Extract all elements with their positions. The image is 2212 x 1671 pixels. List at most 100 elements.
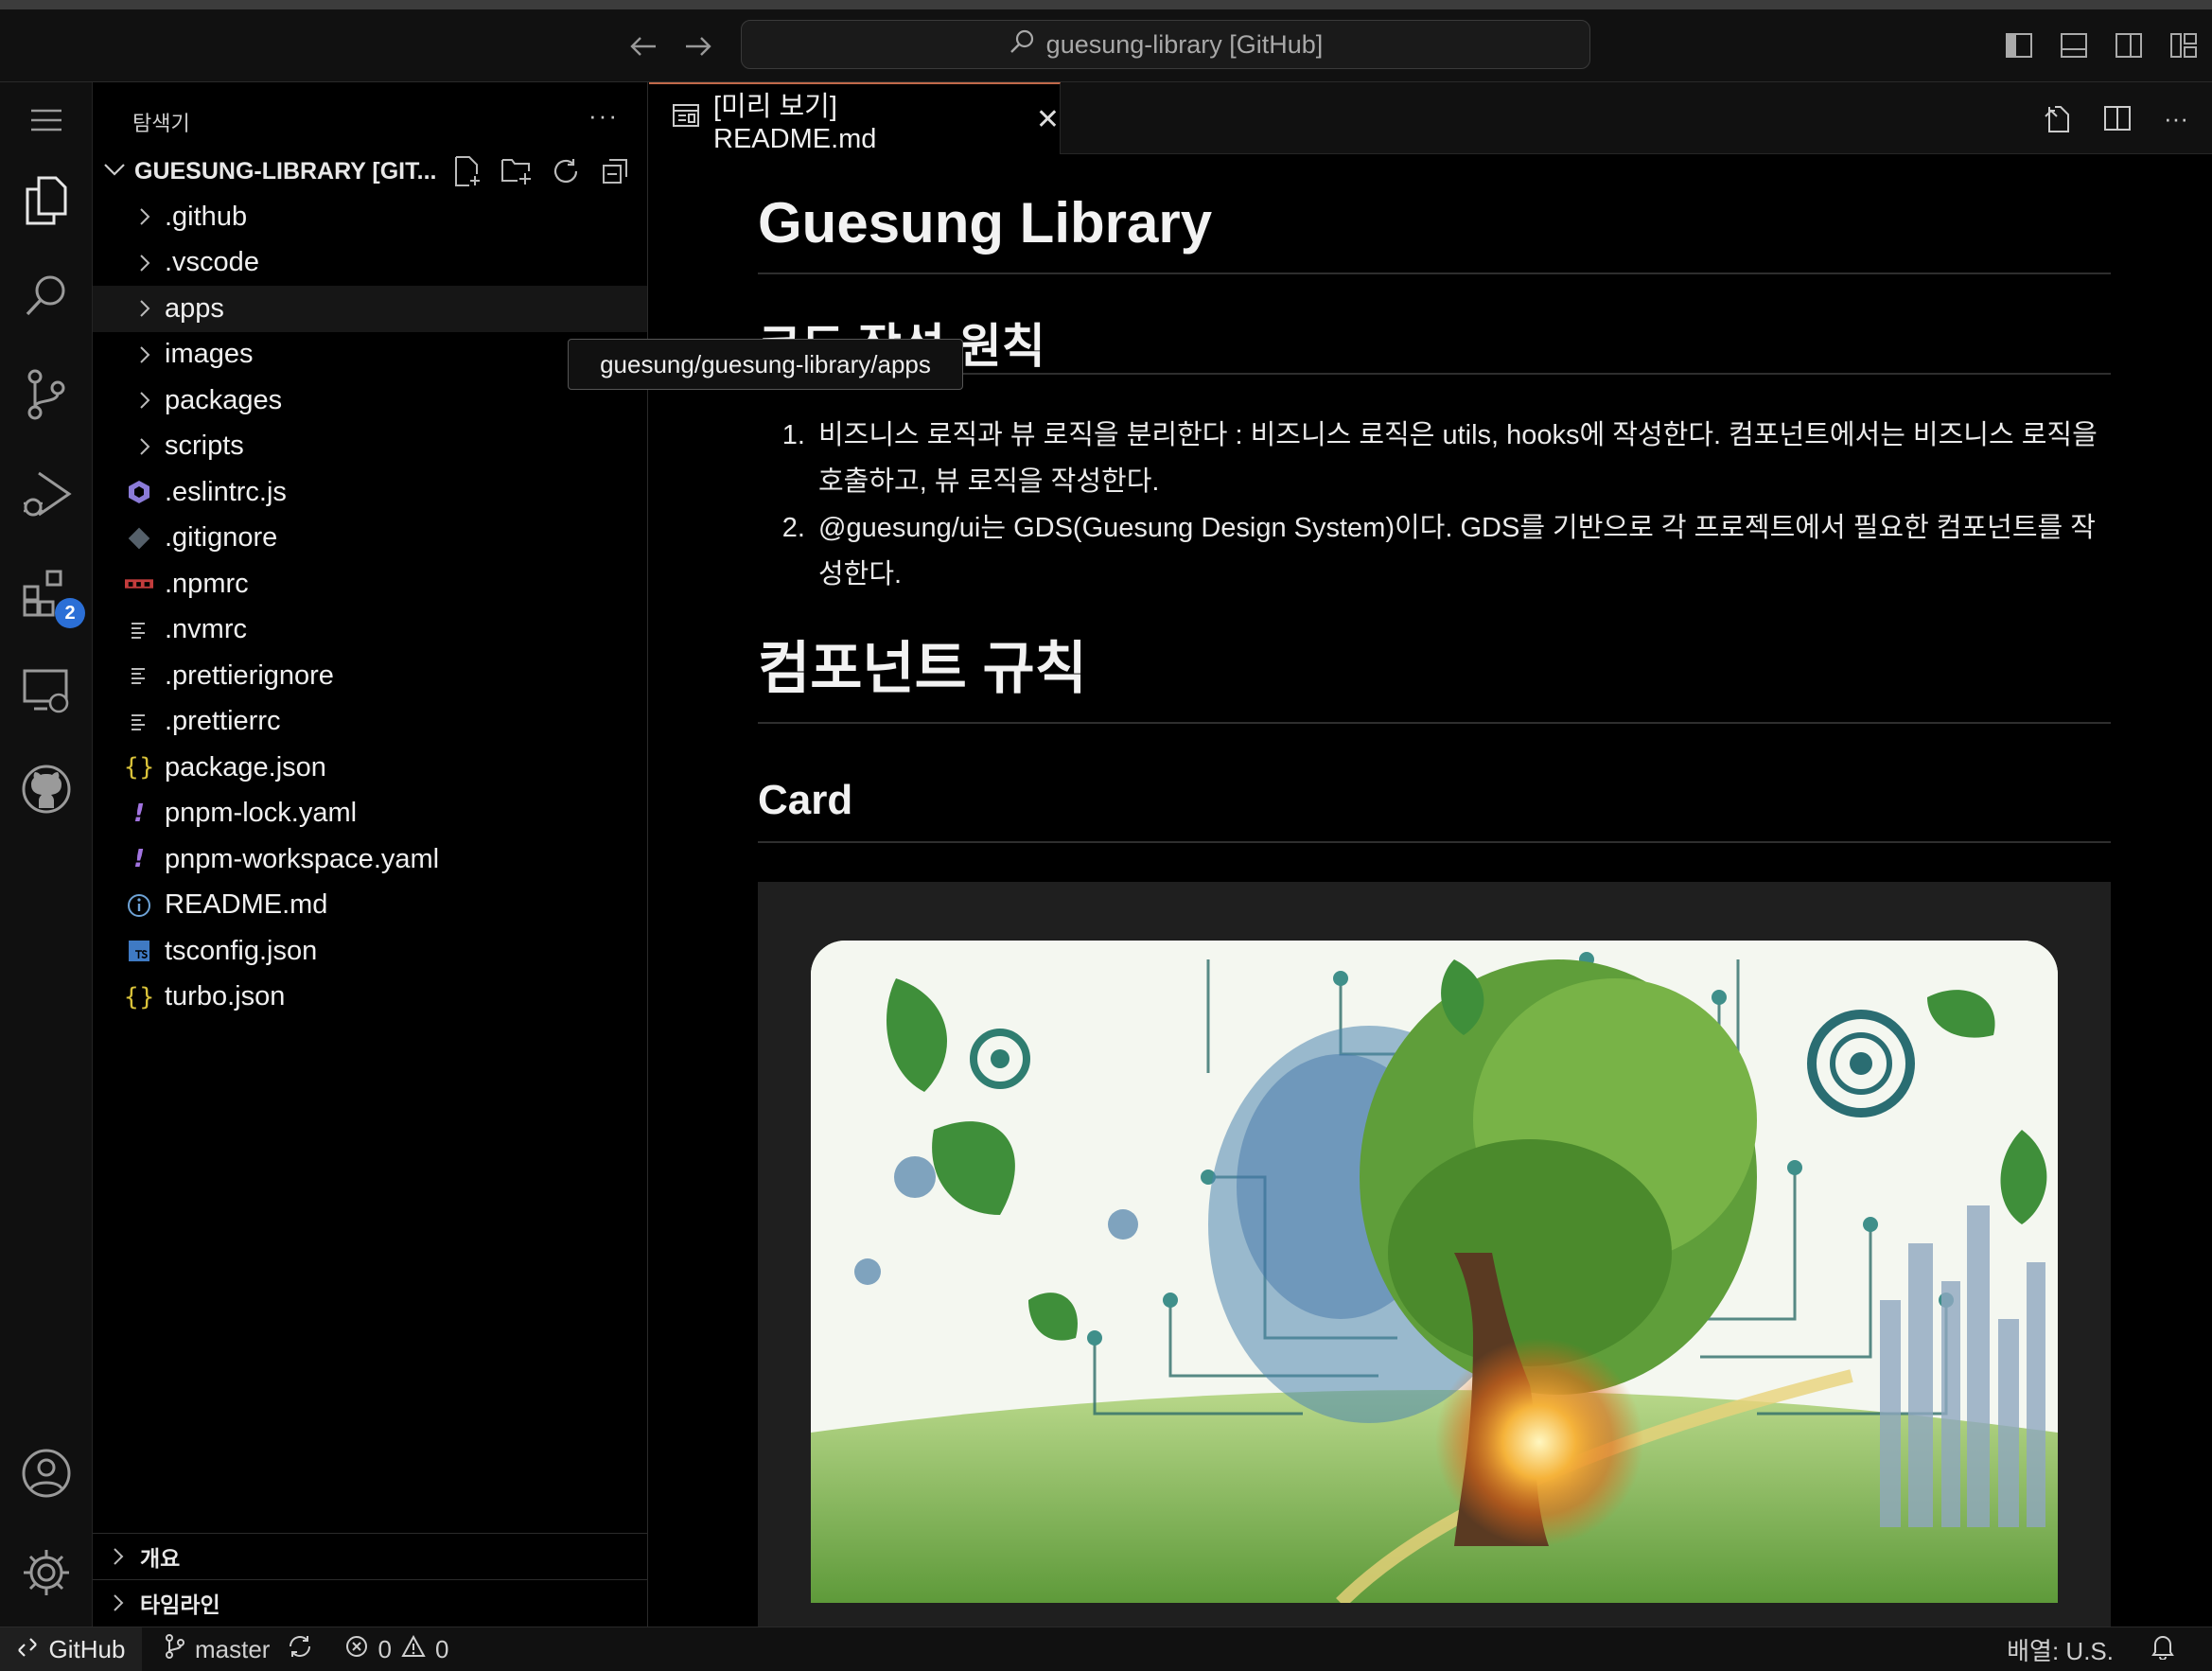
outline-section-header[interactable]: 개요 — [93, 1533, 647, 1578]
chevron-right-icon — [131, 436, 159, 457]
workspace-root-label: GUESUNG-LIBRARY [GIT... — [134, 157, 437, 185]
refresh-icon[interactable] — [549, 154, 583, 188]
yaml-exclamation-icon: ! — [133, 845, 145, 874]
outline-label: 개요 — [140, 1545, 181, 1571]
tree-file-prettierrc[interactable]: .prettierrc — [93, 699, 647, 746]
github-icon[interactable] — [13, 756, 79, 822]
workspace-root-folder[interactable]: GUESUNG-LIBRARY [GIT... — [93, 150, 647, 192]
tree-folder-vscode[interactable]: .vscode — [93, 240, 647, 287]
chevron-right-icon — [131, 298, 159, 319]
list-item: 비즈니스 로직과 뷰 로직을 분리한다 : 비즈니스 로직은 utils, ho… — [813, 413, 2111, 505]
tab-label: [미리 보기] README.md — [713, 91, 877, 154]
editor-tab-bar: [미리 보기] README.md ✕ ··· — [649, 82, 2212, 154]
notifications-bell-icon[interactable] — [2151, 1633, 2174, 1666]
explorer-title: 탐색기 — [132, 112, 190, 135]
keyboard-layout-indicator[interactable]: 배열: U.S. — [2007, 1632, 2114, 1667]
tree-item-label: README.md — [165, 889, 328, 921]
text-file-icon — [125, 665, 153, 686]
toggle-primary-sidebar-icon[interactable] — [2002, 28, 2036, 62]
timeline-label: 타임라인 — [140, 1592, 220, 1617]
tree-item-label: tsconfig.json — [165, 935, 318, 966]
split-editor-icon[interactable] — [2100, 101, 2134, 135]
command-center-search[interactable]: guesung-library [GitHub] — [741, 20, 1590, 69]
tree-item-label: pnpm-workspace.yaml — [165, 843, 440, 874]
explorer-sidebar: 탐색기 ··· GUESUNG-LIBRARY [GIT... .github — [93, 82, 648, 1627]
typescript-icon — [125, 940, 153, 962]
window-top-edge — [0, 0, 2212, 9]
chevron-right-icon — [131, 253, 159, 273]
npm-icon — [125, 577, 153, 590]
extensions-icon[interactable]: 2 — [13, 560, 85, 628]
tree-file-pnpm-lock[interactable]: ! pnpm-lock.yaml — [93, 791, 647, 837]
tree-item-label: .prettierignore — [165, 660, 334, 691]
git-icon — [125, 527, 153, 550]
warning-icon — [401, 1634, 426, 1664]
remote-icon — [17, 1635, 38, 1664]
error-icon — [345, 1635, 368, 1664]
activity-bar: 2 — [0, 82, 93, 1627]
tree-file-eslintrc[interactable]: .eslintrc.js — [93, 469, 647, 516]
search-icon[interactable] — [13, 262, 79, 328]
accounts-icon[interactable] — [13, 1440, 79, 1506]
new-folder-icon[interactable] — [500, 154, 534, 188]
customize-layout-icon[interactable] — [2167, 28, 2201, 62]
close-icon[interactable]: ✕ — [1036, 103, 1060, 136]
remote-explorer-icon[interactable] — [13, 658, 79, 724]
text-file-icon — [125, 620, 153, 641]
yaml-exclamation-icon: ! — [133, 799, 145, 828]
problems-indicator[interactable]: 0 0 — [345, 1634, 448, 1664]
source-control-icon[interactable] — [13, 361, 79, 428]
open-source-icon[interactable] — [2042, 101, 2076, 135]
tree-file-readme[interactable]: README.md — [93, 883, 647, 929]
tree-file-turbo-json[interactable]: {} turbo.json — [93, 975, 647, 1021]
section-heading-card: Card — [758, 777, 2111, 843]
tree-folder-scripts[interactable]: scripts — [93, 424, 647, 470]
menu-icon[interactable] — [13, 87, 79, 153]
text-file-icon — [125, 712, 153, 732]
tree-item-label: packages — [165, 384, 283, 415]
tree-folder-apps[interactable]: apps — [93, 286, 647, 332]
tree-folder-packages[interactable]: packages — [93, 378, 647, 424]
tree-file-tsconfig[interactable]: tsconfig.json — [93, 928, 647, 975]
remote-indicator[interactable]: GitHub — [0, 1627, 142, 1671]
tree-item-label: .npmrc — [165, 568, 249, 599]
tree-file-pnpm-workspace[interactable]: ! pnpm-workspace.yaml — [93, 836, 647, 883]
tree-item-label: pnpm-lock.yaml — [165, 798, 358, 829]
json-braces-icon: {} — [123, 753, 155, 783]
tree-item-label: .nvmrc — [165, 614, 247, 645]
tree-item-label: scripts — [165, 431, 244, 462]
back-arrow-icon[interactable] — [624, 30, 662, 62]
run-and-debug-icon[interactable] — [13, 461, 79, 527]
forward-arrow-icon[interactable] — [679, 30, 717, 62]
collapse-all-icon[interactable] — [598, 154, 632, 188]
tab-readme-preview[interactable]: [미리 보기] README.md ✕ — [649, 82, 1061, 154]
tree-file-npmrc[interactable]: .npmrc — [93, 561, 647, 607]
tree-file-prettierignore[interactable]: .prettierignore — [93, 653, 647, 699]
tree-file-nvmrc[interactable]: .nvmrc — [93, 607, 647, 654]
tree-file-package-json[interactable]: {} package.json — [93, 745, 647, 791]
branch-icon — [165, 1633, 185, 1665]
card-image-tech-tree — [811, 941, 2058, 1603]
search-icon — [1009, 28, 1035, 62]
chevron-right-icon — [131, 344, 159, 365]
tree-item-label: .prettierrc — [165, 706, 281, 737]
tree-folder-github[interactable]: .github — [93, 194, 647, 240]
eslint-icon — [125, 480, 153, 504]
tree-file-gitignore[interactable]: .gitignore — [93, 516, 647, 562]
timeline-section-header[interactable]: 타임라인 — [93, 1579, 647, 1625]
tree-item-label: .vscode — [165, 247, 259, 278]
tree-folder-images[interactable]: images — [93, 332, 647, 378]
sync-icon[interactable] — [287, 1635, 313, 1664]
list-item: @guesung/ui는 GDS(Guesung Design System)이… — [813, 505, 2111, 598]
explorer-icon[interactable] — [13, 167, 79, 234]
new-file-icon[interactable] — [450, 154, 484, 188]
toggle-panel-icon[interactable] — [2057, 28, 2091, 62]
branch-indicator[interactable]: master — [165, 1633, 313, 1665]
remote-label: GitHub — [48, 1634, 126, 1663]
settings-gear-icon[interactable] — [13, 1539, 79, 1606]
section-heading-components: 컴포넌트 규칙 — [758, 623, 2111, 724]
toggle-secondary-sidebar-icon[interactable] — [2112, 28, 2146, 62]
more-actions-icon[interactable]: ··· — [2159, 101, 2193, 135]
tree-item-label: package.json — [165, 751, 326, 783]
explorer-more-actions[interactable]: ··· — [588, 101, 619, 131]
